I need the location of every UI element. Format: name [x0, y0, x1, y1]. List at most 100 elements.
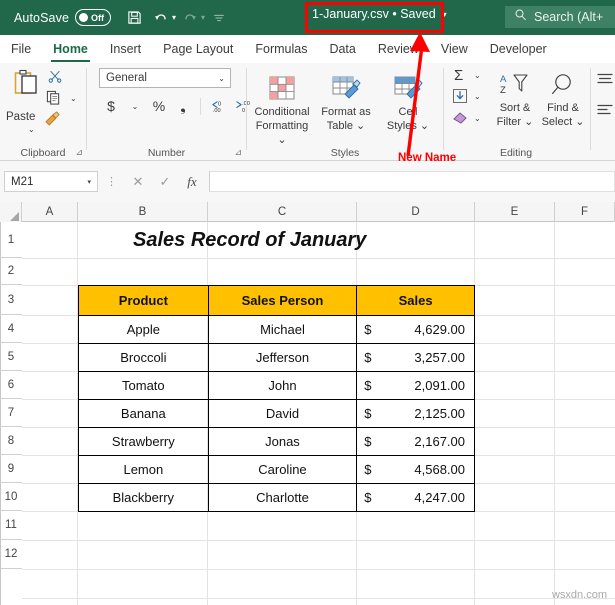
conditional-formatting-button[interactable]: Conditional Formatting ⌄	[251, 68, 313, 147]
cell-product[interactable]: Broccoli	[79, 344, 209, 372]
cell-product[interactable]: Strawberry	[79, 428, 209, 456]
currency-format-button[interactable]: $	[101, 95, 121, 117]
table-header-sales[interactable]: Sales	[357, 286, 475, 316]
cell-sales[interactable]: $ 2,091.00	[357, 372, 475, 400]
row-header-7[interactable]: 7	[0, 399, 22, 427]
cell-product[interactable]: Blackberry	[79, 484, 209, 512]
column-header-a[interactable]: A	[22, 202, 78, 222]
table-header-product[interactable]: Product	[79, 286, 209, 316]
number-format-select[interactable]: General ⌄	[99, 68, 231, 88]
chevron-down-icon[interactable]: ▾	[443, 10, 447, 19]
cell-product[interactable]: Banana	[79, 400, 209, 428]
autosave-toggle[interactable]: Off	[75, 9, 111, 26]
cell-sales[interactable]: $ 4,568.00	[357, 456, 475, 484]
tab-review[interactable]: Review	[367, 35, 430, 63]
tab-formulas[interactable]: Formulas	[244, 35, 318, 63]
customize-quick-access-toolbar-icon[interactable]	[206, 5, 232, 31]
cell-product[interactable]: Apple	[79, 316, 209, 344]
tab-page-layout[interactable]: Page Layout	[152, 35, 244, 63]
chevron-down-icon[interactable]: ⌄	[218, 74, 225, 83]
cell-styles-button[interactable]: Cell Styles ⌄	[377, 68, 439, 133]
cell-sales-person[interactable]: Jonas	[208, 428, 357, 456]
autosum-button[interactable]: Σ	[454, 67, 463, 84]
row-header-5[interactable]: 5	[0, 343, 22, 371]
formula-bar-splitter[interactable]: ⋮	[106, 175, 117, 188]
clipboard-dialog-launcher[interactable]: ⊿	[75, 147, 83, 158]
table-header-sales-person[interactable]: Sales Person	[208, 286, 357, 316]
cell-product[interactable]: Lemon	[79, 456, 209, 484]
clear-dropdown-caret[interactable]: ⌄	[474, 114, 481, 123]
document-name-label: 1-January.csv • Saved	[312, 7, 436, 21]
formula-input[interactable]	[209, 171, 615, 192]
increase-decimal-icon[interactable]: 0.00	[208, 95, 228, 117]
find-and-select-button[interactable]: Find & Select ⌄	[540, 68, 586, 129]
copy-icon[interactable]	[46, 90, 61, 110]
tab-insert[interactable]: Insert	[99, 35, 152, 63]
column-header-b[interactable]: B	[78, 202, 208, 222]
autosave-control[interactable]: AutoSave Off	[14, 9, 111, 26]
currency-dropdown-caret[interactable]: ⌄	[125, 95, 145, 117]
save-icon[interactable]	[121, 5, 147, 31]
cell-sales[interactable]: $ 3,257.00	[357, 344, 475, 372]
tab-home[interactable]: Home	[42, 35, 99, 63]
percent-format-button[interactable]: %	[149, 95, 169, 117]
cell-sales[interactable]: $ 4,247.00	[357, 484, 475, 512]
cell-sales-person[interactable]: David	[208, 400, 357, 428]
row-header-6[interactable]: 6	[0, 371, 22, 399]
cell-sales[interactable]: $ 2,167.00	[357, 428, 475, 456]
cell-sales-person[interactable]: John	[208, 372, 357, 400]
search-input[interactable]: Search (Alt+	[505, 6, 615, 28]
column-header-e[interactable]: E	[475, 202, 555, 222]
fill-dropdown-caret[interactable]: ⌄	[474, 92, 481, 101]
column-header-f[interactable]: F	[555, 202, 615, 222]
row-header-4[interactable]: 4	[0, 315, 22, 343]
tab-file[interactable]: File	[0, 35, 42, 63]
insert-function-icon[interactable]: fx	[179, 171, 205, 193]
cancel-x-icon[interactable]: ✕	[125, 171, 151, 193]
align-center-icon[interactable]	[597, 72, 613, 91]
sheet-title-cell[interactable]: Sales Record of January	[133, 229, 366, 252]
row-header-2[interactable]: 2	[0, 258, 22, 285]
format-painter-icon[interactable]	[44, 111, 61, 131]
document-name-button[interactable]: 1-January.csv • Saved ▾	[312, 7, 447, 21]
row-header-8[interactable]: 8	[0, 427, 22, 455]
paste-dropdown-caret[interactable]: ⌄	[28, 125, 35, 134]
row-header-3[interactable]: 3	[0, 285, 22, 315]
undo-icon[interactable]	[148, 5, 174, 31]
column-header-d[interactable]: D	[357, 202, 475, 222]
tab-data[interactable]: Data	[318, 35, 366, 63]
cell-sales[interactable]: $ 2,125.00	[357, 400, 475, 428]
row-header-9[interactable]: 9	[0, 455, 22, 483]
tab-developer[interactable]: Developer	[479, 35, 558, 63]
scissors-icon[interactable]	[48, 69, 62, 88]
cell-sales[interactable]: $ 4,629.00	[357, 316, 475, 344]
align-left-icon[interactable]	[597, 103, 613, 122]
number-dialog-launcher[interactable]: ⊿	[234, 147, 242, 158]
paste-button-label[interactable]: Paste	[6, 111, 35, 123]
sales-amount: 4,247.00	[357, 490, 474, 505]
name-box-caret[interactable]: ▾	[87, 178, 91, 186]
cell-product[interactable]: Tomato	[79, 372, 209, 400]
tab-view[interactable]: View	[430, 35, 479, 63]
row-header-1[interactable]: 1	[0, 222, 22, 258]
autosum-dropdown-caret[interactable]: ⌄	[474, 71, 481, 80]
format-as-table-button[interactable]: Format as Table ⌄	[315, 68, 377, 133]
copy-dropdown-caret[interactable]: ⌄	[70, 94, 77, 103]
row-header-10[interactable]: 10	[0, 483, 22, 511]
name-box[interactable]: M21 ▾	[4, 171, 98, 192]
cell-sales-person[interactable]: Caroline	[208, 456, 357, 484]
cell-sales-person[interactable]: Charlotte	[208, 484, 357, 512]
cell-sales-person[interactable]: Jefferson	[208, 344, 357, 372]
column-header-c[interactable]: C	[208, 202, 357, 222]
cell-sales-person[interactable]: Michael	[208, 316, 357, 344]
paste-icon[interactable]	[14, 69, 40, 104]
row-header-11[interactable]: 11	[0, 511, 22, 540]
undo-dropdown-caret[interactable]: ▾	[172, 13, 176, 22]
select-all-corner[interactable]	[0, 202, 22, 222]
sort-and-filter-button[interactable]: A Z Sort & Filter ⌄	[492, 68, 538, 129]
fill-down-icon[interactable]	[452, 88, 468, 109]
comma-style-button[interactable]: ❟	[173, 95, 193, 117]
clear-eraser-icon[interactable]	[452, 110, 468, 130]
confirm-check-icon[interactable]: ✓	[152, 171, 178, 193]
row-header-12[interactable]: 12	[0, 540, 22, 569]
